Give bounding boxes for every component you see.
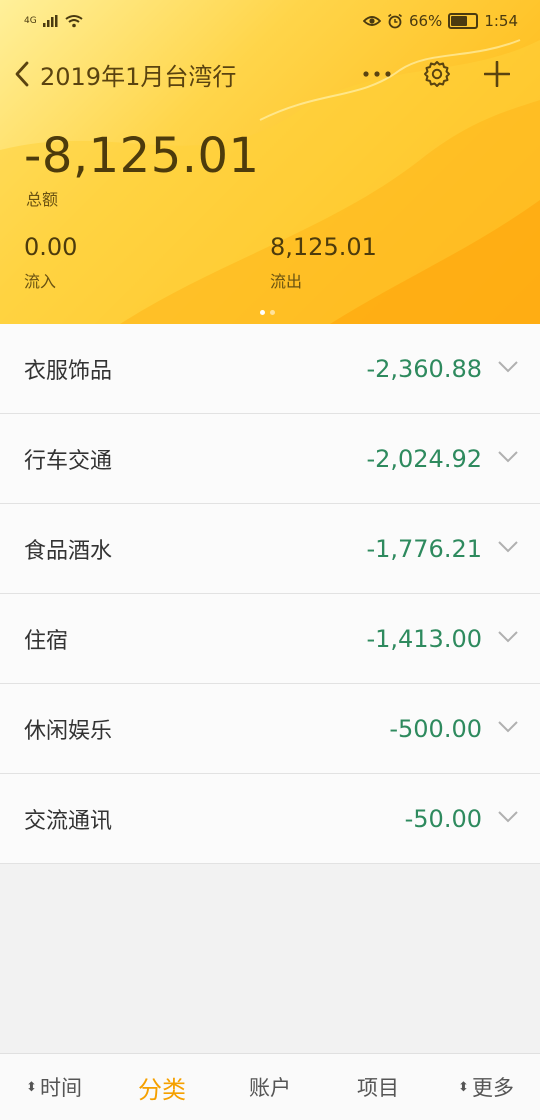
sort-updown-icon: ⬍ <box>458 1079 469 1095</box>
tab-project[interactable]: 项目 <box>324 1054 432 1120</box>
chevron-down-icon <box>498 721 518 733</box>
category-name: 交流通讯 <box>24 808 113 834</box>
category-name: 休闲娱乐 <box>24 718 113 744</box>
tab-label: 账户 <box>249 1076 291 1100</box>
category-amount: -500.00 <box>389 714 482 743</box>
category-name: 衣服饰品 <box>24 358 113 384</box>
battery-percent: 66% <box>408 12 443 30</box>
clock: 1:54 <box>484 12 518 30</box>
wifi-icon <box>65 15 83 28</box>
page-title: 2019年1月台湾行 <box>40 62 237 91</box>
page-dot <box>270 310 275 315</box>
list-item[interactable]: 住宿 -1,413.00 <box>0 594 540 684</box>
category-amount: -1,776.21 <box>366 534 482 563</box>
inflow-label: 流入 <box>24 272 57 291</box>
tab-label: 时间 <box>39 1076 82 1100</box>
alarm-icon <box>387 13 402 29</box>
nav-bar: 2019年1月台湾行 <box>10 52 520 96</box>
outflow-label: 流出 <box>270 272 303 291</box>
chevron-down-icon <box>498 451 518 463</box>
category-list: 衣服饰品 -2,360.88 行车交通 -2,024.92 食品酒水 -1,77… <box>0 324 540 864</box>
list-item[interactable]: 交流通讯 -50.00 <box>0 774 540 864</box>
list-item[interactable]: 休闲娱乐 -500.00 <box>0 684 540 774</box>
battery-icon <box>448 13 479 29</box>
signal-icon <box>42 15 58 27</box>
category-name: 住宿 <box>24 628 69 654</box>
tab-account[interactable]: 账户 <box>216 1054 324 1120</box>
tab-label: 分类 <box>138 1075 186 1104</box>
tab-category[interactable]: 分类 <box>108 1054 216 1120</box>
add-button[interactable] <box>474 52 520 96</box>
category-amount: -1,413.00 <box>366 624 482 653</box>
category-amount: -2,024.92 <box>366 444 482 473</box>
category-amount: -2,360.88 <box>366 354 482 383</box>
list-item[interactable]: 衣服饰品 -2,360.88 <box>0 324 540 414</box>
chevron-down-icon <box>498 361 518 373</box>
more-icon <box>363 71 391 77</box>
inflow-amount: 0.00 <box>24 233 78 261</box>
chevron-down-icon <box>498 631 518 643</box>
list-item[interactable]: 食品酒水 -1,776.21 <box>0 504 540 594</box>
screen: 4G 66% 1:54 2019年1月台湾行 -8,125.01 总额 0.00… <box>0 0 540 1120</box>
status-bar: 4G 66% 1:54 <box>24 10 518 32</box>
eye-icon <box>362 16 381 26</box>
chevron-down-icon <box>498 811 518 823</box>
tab-label: 更多 <box>471 1076 514 1100</box>
outflow-amount: 8,125.01 <box>270 233 377 261</box>
list-item[interactable]: 行车交通 -2,024.92 <box>0 414 540 504</box>
settings-icon <box>424 61 450 87</box>
bottom-tab-bar: ⬍ 时间 分类 账户 项目 ⬍ 更多 <box>0 1053 540 1120</box>
page-dot-active <box>260 310 265 315</box>
page-indicator <box>260 310 275 315</box>
sort-updown-icon: ⬍ <box>26 1079 37 1095</box>
tab-time[interactable]: ⬍ 时间 <box>0 1054 108 1120</box>
settings-button[interactable] <box>414 52 460 96</box>
chevron-down-icon <box>498 541 518 553</box>
tab-label: 项目 <box>357 1076 399 1100</box>
category-amount: -50.00 <box>404 804 482 833</box>
back-button[interactable] <box>10 54 34 94</box>
category-name: 行车交通 <box>24 448 113 474</box>
more-button[interactable] <box>354 52 400 96</box>
header-banner: 4G 66% 1:54 2019年1月台湾行 -8,125.01 总额 0.00… <box>0 0 540 324</box>
network-type: 4G <box>24 15 37 26</box>
tab-more[interactable]: ⬍ 更多 <box>432 1054 540 1120</box>
total-amount: -8,125.01 <box>24 128 260 184</box>
back-icon <box>15 61 29 87</box>
category-name: 食品酒水 <box>24 538 113 564</box>
total-label: 总额 <box>26 190 59 209</box>
add-icon <box>484 61 510 87</box>
